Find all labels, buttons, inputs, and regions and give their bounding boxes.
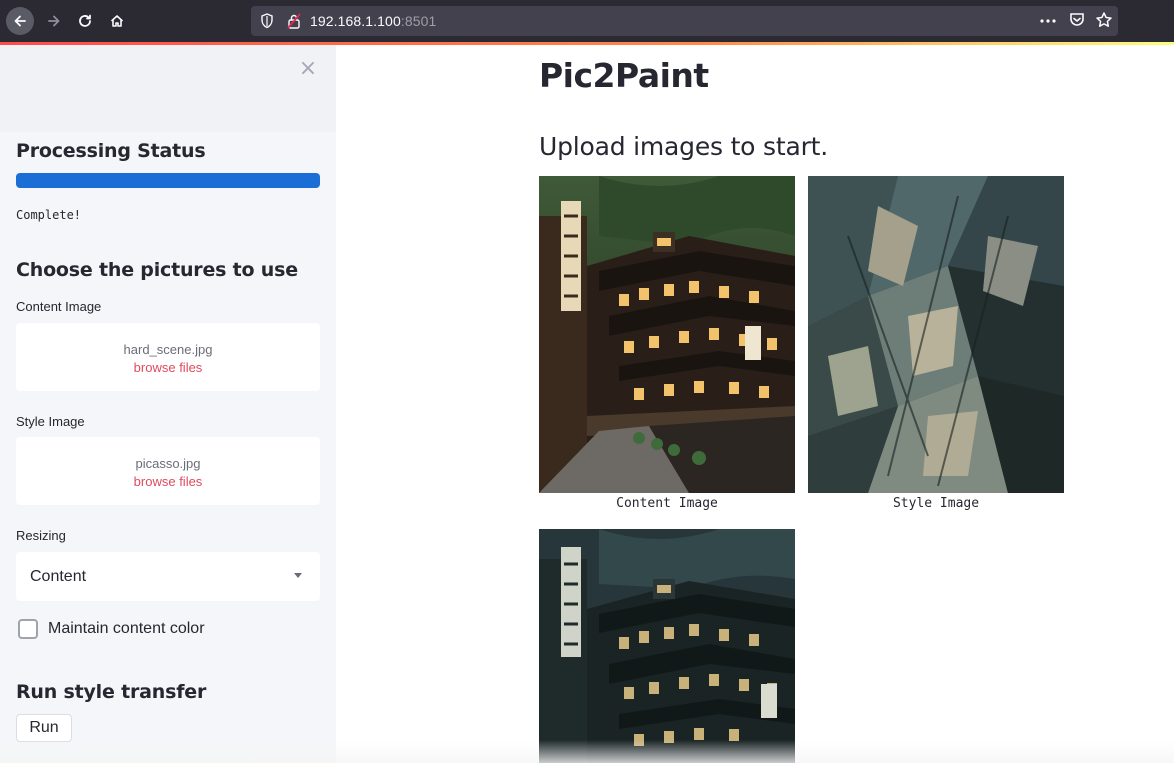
resizing-selected-value: Content [30, 568, 87, 585]
forward-arrow-icon[interactable] [40, 7, 68, 35]
style-image-caption: Style Image [892, 496, 980, 511]
page-title: Pic2Paint [539, 56, 709, 95]
style-file-name: picasso.jpg [135, 456, 201, 471]
back-arrow-icon[interactable] [6, 7, 34, 35]
page-bottom-fade [0, 740, 1174, 763]
progress-bar [16, 173, 320, 188]
resizing-select[interactable]: Content [16, 552, 320, 601]
page-subtitle: Upload images to start. [539, 132, 829, 161]
content-file-name: hard_scene.jpg [123, 342, 213, 357]
style-image-label: Style Image [16, 414, 85, 429]
insecure-lock-icon[interactable] [287, 13, 301, 29]
browser-toolbar: 192.168.1.100:8501 [0, 0, 1174, 42]
maintain-color-checkbox[interactable] [18, 619, 38, 639]
sidebar-header [0, 45, 336, 132]
content-image-uploader[interactable]: hard_scene.jpg browse files [16, 323, 320, 391]
home-icon[interactable] [103, 7, 131, 35]
run-button[interactable]: Run [16, 714, 72, 742]
shield-icon[interactable] [260, 13, 274, 29]
address-bar[interactable]: 192.168.1.100:8501 [251, 6, 1118, 36]
url-port: :8501 [400, 13, 437, 29]
stylized-output-image [539, 529, 795, 763]
chevron-down-icon [294, 573, 302, 578]
url-text[interactable]: 192.168.1.100:8501 [310, 13, 436, 29]
pocket-icon[interactable] [1068, 11, 1086, 33]
resizing-label: Resizing [16, 528, 66, 543]
run-style-transfer-heading: Run style transfer [16, 681, 207, 703]
close-sidebar-icon[interactable]: × [298, 58, 318, 80]
processing-status-heading: Processing Status [16, 140, 206, 162]
page-actions-icon[interactable] [1039, 11, 1057, 33]
content-browse-files-link[interactable]: browse files [16, 360, 320, 375]
content-image [539, 176, 795, 493]
status-text: Complete! [16, 208, 82, 222]
style-browse-files-link[interactable]: browse files [16, 474, 320, 489]
reload-icon[interactable] [71, 7, 99, 35]
url-host: 192.168.1.100 [310, 13, 401, 29]
style-image-uploader[interactable]: picasso.jpg browse files [16, 437, 320, 505]
sidebar: × Processing Status Complete! Choose the… [0, 45, 336, 763]
bookmark-star-icon[interactable] [1095, 11, 1113, 33]
content-image-label: Content Image [16, 299, 102, 314]
content-image-caption: Content Image [616, 496, 718, 511]
choose-pictures-heading: Choose the pictures to use [16, 259, 298, 281]
style-image [808, 176, 1064, 493]
maintain-color-label[interactable]: Maintain content color [48, 620, 205, 638]
